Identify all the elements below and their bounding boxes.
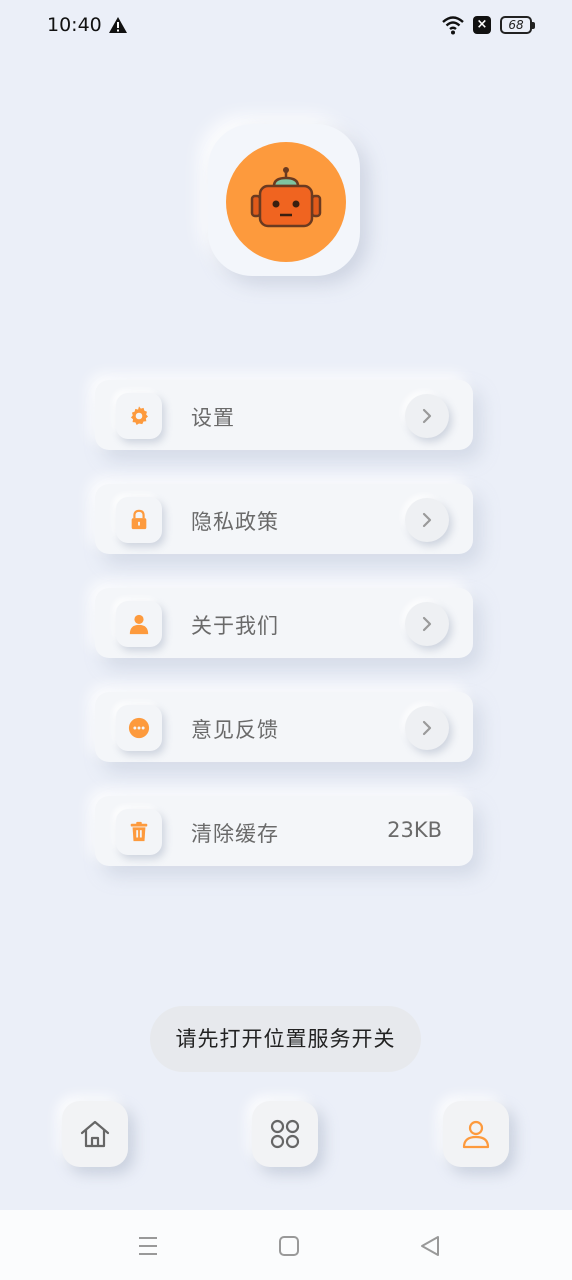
tab-discover[interactable] <box>252 1101 318 1167</box>
menu-item-label: 设置 <box>191 406 235 430</box>
menu-item-label: 意见反馈 <box>191 718 279 742</box>
lock-icon <box>131 509 147 530</box>
toast-message: 请先打开位置服务开关 <box>150 1006 421 1072</box>
system-nav-bar <box>0 1210 572 1280</box>
chevron-right-icon[interactable] <box>405 602 449 646</box>
trash-icon <box>130 821 148 842</box>
menu-item-privacy-policy[interactable]: 隐私政策 <box>95 484 473 554</box>
chevron-right-icon[interactable] <box>405 394 449 438</box>
notification-x-icon: × <box>473 16 491 34</box>
menu-item-label: 隐私政策 <box>191 510 279 534</box>
menu-item-feedback[interactable]: 意见反馈 <box>95 692 473 762</box>
wifi-icon <box>442 16 464 35</box>
status-bar: 10:40 × 68 <box>0 0 572 52</box>
chevron-right-icon[interactable] <box>405 706 449 750</box>
menu-item-clear-cache[interactable]: 清除缓存 23KB <box>95 796 473 866</box>
tab-home[interactable] <box>62 1101 128 1167</box>
cache-size-value: 23KB <box>387 818 442 842</box>
back-triangle-icon[interactable] <box>418 1234 442 1258</box>
menu-icon[interactable] <box>136 1234 160 1258</box>
battery-icon: 68 <box>500 16 535 34</box>
status-time: 10:40 <box>47 14 102 36</box>
home-icon <box>80 1120 110 1148</box>
robot-icon <box>250 167 322 228</box>
chat-bubble-icon <box>128 717 150 739</box>
warning-icon <box>109 17 127 33</box>
square-icon[interactable] <box>277 1234 301 1258</box>
menu-item-settings[interactable]: 设置 <box>95 380 473 450</box>
avatar-card[interactable] <box>208 124 360 276</box>
menu-item-label: 清除缓存 <box>191 822 279 846</box>
user-icon <box>462 1120 490 1149</box>
person-icon <box>129 614 149 635</box>
menu-item-label: 关于我们 <box>191 614 279 638</box>
avatar <box>226 142 346 262</box>
tab-profile[interactable] <box>443 1101 509 1167</box>
grid-icon <box>270 1119 300 1149</box>
gear-icon <box>130 406 148 425</box>
chevron-right-icon[interactable] <box>405 498 449 542</box>
menu-item-about-us[interactable]: 关于我们 <box>95 588 473 658</box>
